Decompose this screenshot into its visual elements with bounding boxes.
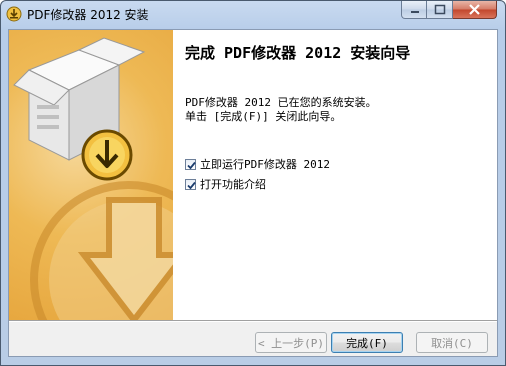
open-intro-label: 打开功能介绍: [200, 178, 266, 191]
run-now-checkbox-box[interactable]: [185, 158, 196, 170]
installer-icon: [6, 6, 22, 22]
minimize-icon: [411, 11, 419, 13]
wizard-banner: [9, 30, 173, 320]
back-button[interactable]: < 上一步(P): [255, 332, 327, 353]
checkmark-icon: [187, 181, 196, 189]
checkmark-icon: [187, 161, 196, 169]
page-title: 完成 PDF修改器 2012 安装向导: [185, 44, 411, 62]
open-intro-checkbox-box[interactable]: [185, 178, 196, 190]
window-title: PDF修改器 2012 安装: [27, 8, 149, 22]
wizard-content: 完成 PDF修改器 2012 安装向导 PDF修改器 2012 已在您的系统安装…: [173, 30, 497, 320]
completion-message-line-1: PDF修改器 2012 已在您的系统安装。: [185, 96, 377, 109]
dialog-client: 完成 PDF修改器 2012 安装向导 PDF修改器 2012 已在您的系统安装…: [8, 29, 498, 357]
minimize-button[interactable]: [401, 1, 427, 19]
finish-button[interactable]: 完成(F): [331, 332, 403, 353]
title-bar[interactable]: PDF修改器 2012 安装: [1, 1, 505, 27]
close-button[interactable]: [453, 1, 497, 19]
run-now-label: 立即运行PDF修改器 2012: [200, 158, 330, 171]
box-download-icon: [13, 37, 173, 320]
divider-highlight: [9, 321, 497, 322]
completion-message-line-2: 单击 [完成(F)] 关闭此向导。: [185, 110, 342, 123]
completion-message: PDF修改器 2012 已在您的系统安装。 单击 [完成(F)] 关闭此向导。: [185, 96, 377, 124]
installer-window: PDF修改器 2012 安装 完成 PDF修改器 2012 安装向导 PDF修改…: [0, 0, 506, 366]
open-intro-checkbox[interactable]: 打开功能介绍: [185, 176, 266, 192]
cancel-button[interactable]: 取消(C): [416, 332, 488, 353]
close-icon: [469, 4, 480, 15]
maximize-button[interactable]: [427, 1, 453, 19]
run-now-checkbox[interactable]: 立即运行PDF修改器 2012: [185, 156, 330, 172]
maximize-icon: [434, 4, 446, 15]
